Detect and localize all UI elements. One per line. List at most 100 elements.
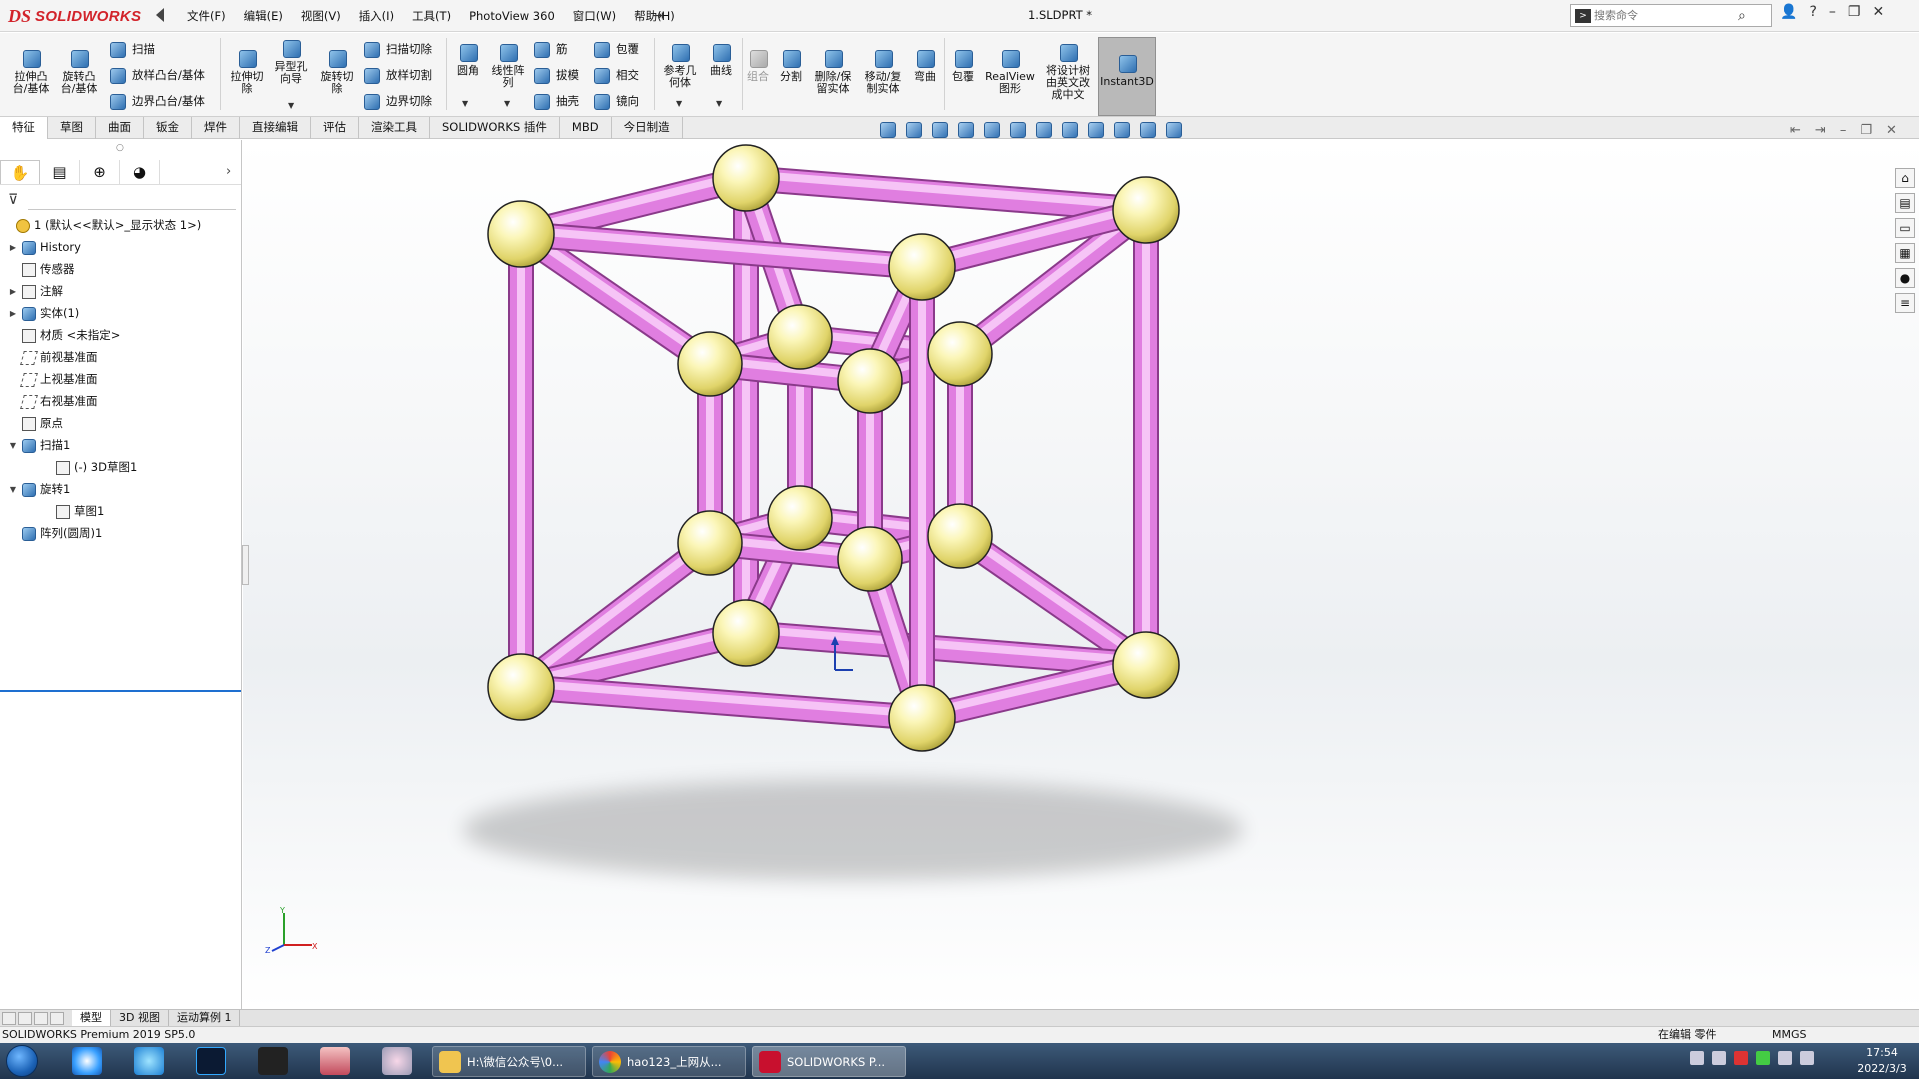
restore-icon[interactable]: ❐ [1848,4,1861,20]
ref-geometry-dropdown-icon[interactable]: ▼ [676,99,682,108]
loft-boss-button[interactable]: 放样凸台/基体 [108,66,205,84]
realview-button[interactable]: RealView 图形 [982,47,1038,95]
tree-item[interactable]: 阵列(圆周)1 [0,522,241,544]
tab-mbd[interactable]: MBD [560,117,612,139]
curves-button[interactable]: 曲线 [704,41,738,77]
expand-toggle-icon[interactable]: ▶ [8,243,18,252]
feature-tree-tab-icon[interactable]: ✋ [0,160,40,184]
rollback-bar[interactable] [0,690,241,692]
draft-button[interactable]: 拔模 [532,66,579,84]
tray-network-icon[interactable] [1800,1051,1814,1065]
split-button[interactable]: 分割 [774,47,808,83]
reference-geometry-button[interactable]: 参考几 何体 [658,41,702,89]
tab-evaluate[interactable]: 评估 [311,117,359,139]
menu-view[interactable]: 视图(V) [292,8,350,24]
tab-addins[interactable]: SOLIDWORKS 插件 [430,117,560,139]
tab-manufacturing[interactable]: 今日制造 [612,117,683,139]
user-icon[interactable]: 👤 [1780,4,1797,20]
appearances-icon[interactable]: ● [1895,268,1915,288]
tree-item[interactable]: ▶ History [0,236,241,258]
zoom-area-icon[interactable] [904,120,922,138]
tab-render-tools[interactable]: 渲染工具 [359,117,430,139]
tree-item[interactable]: ▼ 扫描1 [0,434,241,456]
first-tab-icon[interactable] [2,1011,16,1025]
menu-insert[interactable]: 插入(I) [350,8,403,24]
linear-pattern-button[interactable]: 线性阵 列 [486,41,530,89]
tree-item[interactable]: (-) 3D草图1 [0,456,241,478]
expand-toggle-icon[interactable]: ▼ [8,441,18,450]
extrude-boss-button[interactable]: 拉伸凸 台/基体 [10,47,52,95]
tool-icon[interactable] [382,1047,412,1075]
display-pane-icon[interactable] [1164,120,1182,138]
tray-volume-icon[interactable] [1778,1051,1792,1065]
mirror-button[interactable]: 镜向 [592,92,639,110]
fillet-button[interactable]: 圆角 [450,41,486,77]
file-explorer-icon[interactable]: ▭ [1895,218,1915,238]
next-tab-icon[interactable] [34,1011,48,1025]
tree-item[interactable]: 材质 <未指定> [0,324,241,346]
tab-direct-editing[interactable]: 直接编辑 [240,117,311,139]
tab-motion-study[interactable]: 运动算例 1 [169,1010,241,1026]
tree-item[interactable]: 上视基准面 [0,368,241,390]
swept-cut-button[interactable]: 扫描切除 [362,40,432,58]
zoom-to-fit-icon[interactable] [878,120,896,138]
wrap-large-button[interactable]: 包覆 [946,47,980,83]
viewport-restore-icon[interactable]: ❐ [1860,123,1872,138]
prev-tab-icon[interactable] [18,1011,32,1025]
dynamic-annotation-icon[interactable] [982,120,1000,138]
tab-weldments[interactable]: 焊件 [192,117,240,139]
taskbar-browser-window[interactable]: hao123_上网从... [592,1046,746,1077]
tree-item[interactable]: 原点 [0,412,241,434]
viewport-close-icon[interactable]: ✕ [1886,123,1897,138]
viewport-next-icon[interactable]: ⇥ [1815,123,1826,138]
instant3d-button[interactable]: Instant3D [1098,37,1156,116]
hole-wizard-button[interactable]: 异型孔 向导 [270,37,312,85]
view-orientation-icon[interactable] [1008,120,1026,138]
shell-button[interactable]: 抽壳 [532,92,579,110]
boundary-boss-button[interactable]: 边界凸台/基体 [108,92,205,110]
tab-features[interactable]: 特征 [0,117,48,139]
design-library-icon[interactable]: ▤ [1895,193,1915,213]
view-settings-icon[interactable] [1138,120,1156,138]
expand-toggle-icon[interactable]: ▼ [8,485,18,494]
app-icon[interactable] [320,1047,350,1075]
revolve-cut-button[interactable]: 旋转切 除 [316,47,358,95]
close-icon[interactable]: ✕ [1872,4,1884,20]
sweep-button[interactable]: 扫描 [108,40,155,58]
menu-file[interactable]: 文件(F) [178,8,235,24]
tab-surfaces[interactable]: 曲面 [96,117,144,139]
search-commands[interactable]: > ⌕ [1570,4,1772,27]
taskbar-explorer-window[interactable]: H:\微信公众号\0... [432,1046,586,1077]
fillet-dropdown-icon[interactable]: ▼ [462,99,468,108]
home-icon[interactable]: ⌂ [1895,168,1915,188]
filter-icon[interactable]: ⊽ [8,192,22,208]
menu-tools[interactable]: 工具(T) [403,8,460,24]
combine-button[interactable]: 组合 [744,47,772,83]
menu-window[interactable]: 窗口(W) [564,8,625,24]
apply-scene-icon[interactable] [1112,120,1130,138]
move-copy-body-button[interactable]: 移动/复 制实体 [860,47,906,95]
tree-item[interactable]: ▶ 注解 [0,280,241,302]
edit-appearance-icon[interactable] [1086,120,1104,138]
taskbar-solidworks-window[interactable]: SOLIDWORKS P... [752,1046,906,1077]
panel-grip-icon[interactable]: ○ [116,143,124,153]
tree-item[interactable]: 右视基准面 [0,390,241,412]
tesseract-model[interactable] [243,140,1919,1009]
tree-item[interactable]: 1 (默认<<默认>_显示状态 1>) [0,214,241,236]
clock[interactable]: 17:54 2022/3/3 [1848,1045,1916,1077]
minimize-icon[interactable]: – [1829,4,1836,20]
tab-sheet-metal[interactable]: 钣金 [144,117,192,139]
tree-item[interactable]: 草图1 [0,500,241,522]
panel-splitter[interactable] [242,545,249,585]
curves-dropdown-icon[interactable]: ▼ [716,99,722,108]
section-view-icon[interactable] [956,120,974,138]
hide-show-icon[interactable] [1060,120,1078,138]
tray-keyboard-icon[interactable] [1690,1051,1704,1065]
tray-flag-icon[interactable] [1712,1051,1726,1065]
help-icon[interactable]: ? [1809,4,1816,20]
flex-button[interactable]: 弯曲 [908,47,942,83]
expand-toggle-icon[interactable]: ▶ [8,309,18,318]
pattern-dropdown-icon[interactable]: ▼ [504,99,510,108]
tray-app-icon[interactable] [1756,1051,1770,1065]
menu-expand-arrow-icon[interactable] [156,8,164,22]
